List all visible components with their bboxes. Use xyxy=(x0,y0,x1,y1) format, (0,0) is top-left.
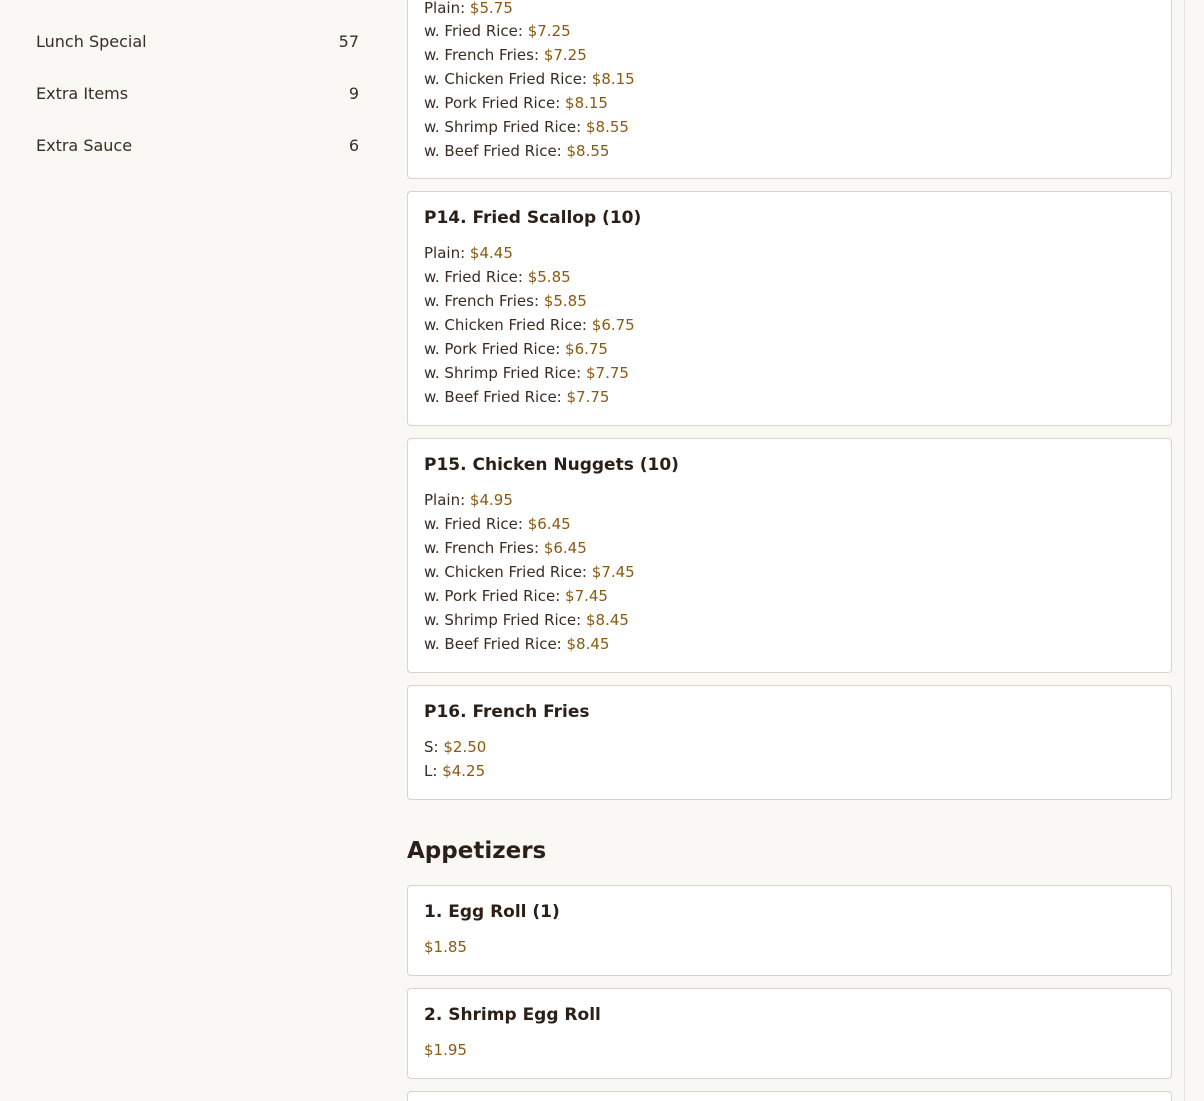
price-line: w. Pork Fried Rice: $7.45 xyxy=(424,584,608,608)
option-price: $5.75 xyxy=(469,0,513,17)
price-line: w. Chicken Fried Rice: $8.15 xyxy=(424,67,635,91)
option-label: w. Chicken Fried Rice: xyxy=(424,70,587,88)
price-line: w. French Fries: $6.45 xyxy=(424,536,587,560)
menu-item-card[interactable]: Plain: $5.75 w. Fried Rice: $7.25 w. Fre… xyxy=(407,0,1172,179)
price-line: L: $4.25 xyxy=(424,759,485,783)
option-price: $8.15 xyxy=(565,94,608,112)
option-price: $4.45 xyxy=(469,244,513,262)
price-line: w. French Fries: $7.25 xyxy=(424,43,587,67)
category-label: Extra Items xyxy=(36,83,129,103)
option-price: $6.75 xyxy=(565,340,608,358)
menu-item-title: P15. Chicken Nuggets (10) xyxy=(424,455,679,475)
price-line: Plain: $4.95 xyxy=(424,488,513,512)
option-price: $7.75 xyxy=(566,388,610,406)
menu-item-price: $1.95 xyxy=(424,1041,467,1059)
option-price: $2.50 xyxy=(443,738,487,756)
option-label: w. French Fries: xyxy=(424,539,540,557)
price-line: w. Chicken Fried Rice: $7.45 xyxy=(424,560,635,584)
menu-item-card[interactable]: 1. Egg Roll (1) $1.85 xyxy=(407,885,1172,976)
price-line: w. French Fries: $5.85 xyxy=(424,289,587,313)
option-label: w. Fried Rice: xyxy=(424,268,523,286)
category-count: 9 xyxy=(348,83,359,103)
price-line: w. Fried Rice: $5.85 xyxy=(424,265,571,289)
section-title-appetizers: Appetizers xyxy=(407,838,547,864)
price-line: w. Shrimp Fried Rice: $8.45 xyxy=(424,608,629,632)
option-label: w. French Fries: xyxy=(424,46,540,64)
price-line: w. Beef Fried Rice: $8.55 xyxy=(424,139,609,163)
price-line: w. Shrimp Fried Rice: $8.55 xyxy=(424,115,629,139)
option-label: w. Shrimp Fried Rice: xyxy=(424,118,582,136)
option-label: S: xyxy=(424,738,439,756)
option-label: L: xyxy=(424,762,438,780)
option-price: $8.15 xyxy=(591,70,635,88)
category-item-extra-items[interactable]: Extra Items 9 xyxy=(36,78,359,108)
price-line: w. Fried Rice: $7.25 xyxy=(424,19,571,43)
category-label: Extra Sauce xyxy=(36,135,133,155)
option-label: Plain: xyxy=(424,0,466,17)
option-label: Plain: xyxy=(424,491,466,509)
option-price: $7.45 xyxy=(591,563,635,581)
category-count: 57 xyxy=(338,31,359,51)
option-price: $8.45 xyxy=(566,635,610,653)
option-label: w. Chicken Fried Rice: xyxy=(424,563,587,581)
price-line: Plain: $4.45 xyxy=(424,241,513,265)
category-count: 6 xyxy=(348,135,359,155)
price-line: w. Pork Fried Rice: $8.15 xyxy=(424,91,608,115)
menu-item-price: $1.85 xyxy=(424,938,467,956)
menu-item-card[interactable] xyxy=(407,1091,1172,1101)
category-label: Lunch Special xyxy=(36,31,147,51)
menu-item-title: 1. Egg Roll (1) xyxy=(424,902,560,922)
option-price: $5.85 xyxy=(527,268,571,286)
price-line: w. Beef Fried Rice: $7.75 xyxy=(424,385,609,409)
menu-item-card[interactable]: P14. Fried Scallop (10) Plain: $4.45 w. … xyxy=(407,191,1172,426)
option-price: $8.45 xyxy=(585,611,629,629)
option-label: w. Beef Fried Rice: xyxy=(424,142,562,160)
menu-page: Lunch Special 57 Extra Items 9 Extra Sau… xyxy=(0,0,1204,1101)
category-item-extra-sauce[interactable]: Extra Sauce 6 xyxy=(36,130,359,160)
option-price: $4.25 xyxy=(442,762,486,780)
price-line: w. Fried Rice: $6.45 xyxy=(424,512,571,536)
option-price: $7.45 xyxy=(565,587,608,605)
option-label: w. Beef Fried Rice: xyxy=(424,388,562,406)
category-sidebar: Lunch Special 57 Extra Items 9 Extra Sau… xyxy=(0,0,388,1101)
scrollbar-track[interactable] xyxy=(1184,0,1185,1101)
option-price: $6.75 xyxy=(591,316,635,334)
category-item-lunch-special[interactable]: Lunch Special 57 xyxy=(36,26,359,56)
option-price: $8.55 xyxy=(566,142,610,160)
price-line: Plain: $5.75 xyxy=(424,0,513,20)
option-price: $4.95 xyxy=(469,491,513,509)
option-label: w. Pork Fried Rice: xyxy=(424,340,561,358)
menu-item-title: 2. Shrimp Egg Roll xyxy=(424,1005,601,1025)
price-line: w. Beef Fried Rice: $8.45 xyxy=(424,632,609,656)
menu-item-card[interactable]: P15. Chicken Nuggets (10) Plain: $4.95 w… xyxy=(407,438,1172,673)
option-label: w. Pork Fried Rice: xyxy=(424,587,561,605)
option-price: $7.25 xyxy=(527,22,571,40)
option-price: $6.45 xyxy=(527,515,571,533)
option-label: w. Pork Fried Rice: xyxy=(424,94,561,112)
price-line: w. Shrimp Fried Rice: $7.75 xyxy=(424,361,629,385)
option-label: w. French Fries: xyxy=(424,292,540,310)
menu-content: Plain: $5.75 w. Fried Rice: $7.25 w. Fre… xyxy=(407,0,1172,1101)
option-label: w. Beef Fried Rice: xyxy=(424,635,562,653)
option-label: w. Shrimp Fried Rice: xyxy=(424,364,582,382)
option-price: $5.85 xyxy=(543,292,587,310)
option-price: $8.55 xyxy=(585,118,629,136)
option-label: w. Fried Rice: xyxy=(424,515,523,533)
option-label: Plain: xyxy=(424,244,466,262)
option-label: w. Shrimp Fried Rice: xyxy=(424,611,582,629)
menu-item-card[interactable]: 2. Shrimp Egg Roll $1.95 xyxy=(407,988,1172,1079)
price-line: S: $2.50 xyxy=(424,735,486,759)
option-price: $7.75 xyxy=(585,364,629,382)
price-line: w. Pork Fried Rice: $6.75 xyxy=(424,337,608,361)
price-line: w. Chicken Fried Rice: $6.75 xyxy=(424,313,635,337)
option-label: w. Fried Rice: xyxy=(424,22,523,40)
menu-item-title: P16. French Fries xyxy=(424,702,590,722)
option-price: $7.25 xyxy=(543,46,587,64)
menu-item-card[interactable]: P16. French Fries S: $2.50 L: $4.25 xyxy=(407,685,1172,800)
option-price: $6.45 xyxy=(543,539,587,557)
menu-item-title: P14. Fried Scallop (10) xyxy=(424,208,642,228)
option-label: w. Chicken Fried Rice: xyxy=(424,316,587,334)
